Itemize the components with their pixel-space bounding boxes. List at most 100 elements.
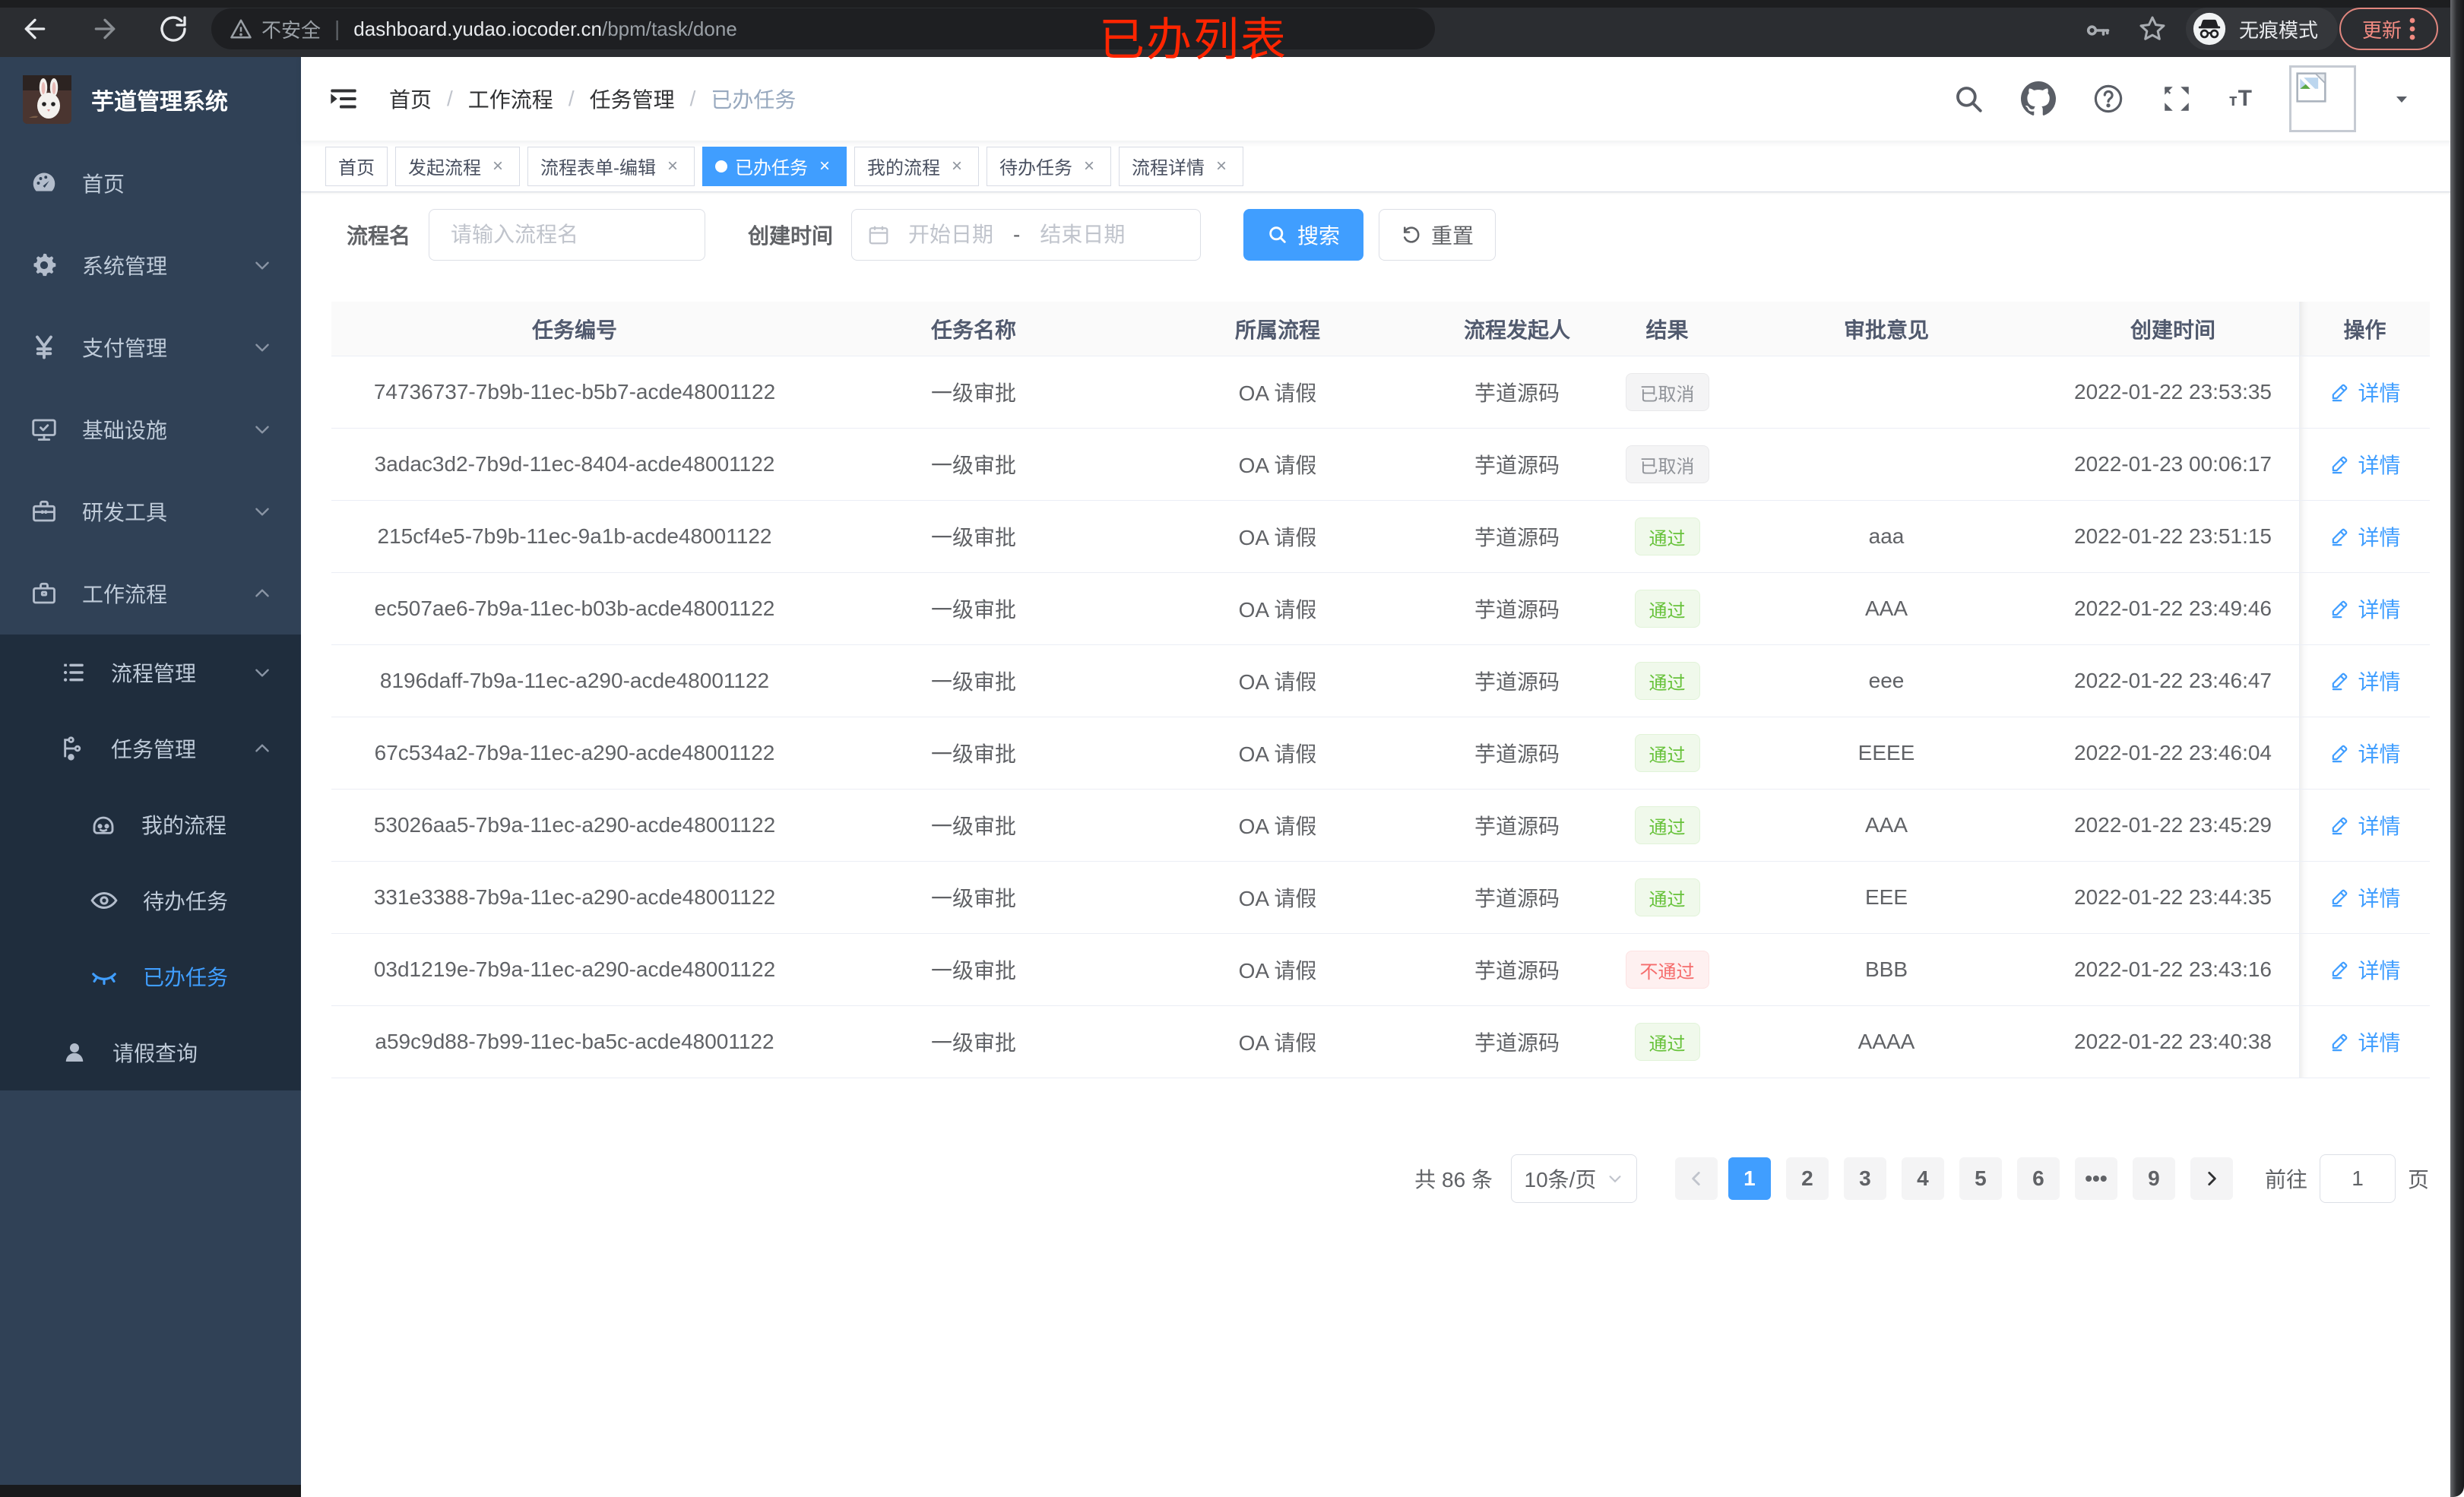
- cell-process-name: OA 请假: [1129, 1006, 1426, 1078]
- avatar[interactable]: [2289, 65, 2356, 132]
- forward-arrow-icon: [94, 18, 116, 40]
- detail-link[interactable]: 详情: [2329, 666, 2401, 696]
- sidebar-item-payment[interactable]: 支付管理: [0, 306, 301, 388]
- tab-流程表单-编辑[interactable]: 流程表单-编辑 ×: [527, 146, 695, 186]
- sidebar-collapse-button[interactable]: [328, 84, 359, 114]
- sidebar-logo[interactable]: 芋道管理系统: [0, 57, 301, 142]
- page-size-value: 10条/页: [1524, 1168, 1597, 1192]
- cell-comment: AAA: [1726, 790, 2047, 862]
- sidebar-item-task-mgmt[interactable]: 任务管理: [0, 711, 301, 786]
- search-button[interactable]: 搜索: [1243, 209, 1364, 261]
- tab-close-icon[interactable]: ×: [664, 156, 682, 177]
- tab-close-icon[interactable]: ×: [1080, 156, 1098, 177]
- prev-page-button[interactable]: [1674, 1157, 1718, 1200]
- tab-待办任务[interactable]: 待办任务 ×: [987, 146, 1111, 186]
- help-icon[interactable]: [2092, 83, 2124, 115]
- detail-link[interactable]: 详情: [2329, 810, 2401, 840]
- detail-link-label: 详情: [2358, 670, 2401, 694]
- table-header: 任务编号 任务名称 所属流程 流程发起人 结果 审批意见 创建时间 操作: [331, 302, 2430, 356]
- detail-link-label: 详情: [2358, 598, 2401, 622]
- cell-starter: 芋道源码: [1426, 1006, 1608, 1078]
- avatar-caret-icon[interactable]: [2393, 90, 2411, 108]
- page-unit-label: 页: [2407, 1168, 2429, 1192]
- cell-task-name: 一级审批: [818, 717, 1129, 790]
- detail-link-label: 详情: [2358, 742, 2401, 766]
- detail-link[interactable]: 详情: [2329, 449, 2401, 479]
- pager-ellipsis[interactable]: •••: [2074, 1157, 2117, 1200]
- column-header: 任务名称: [818, 302, 1129, 356]
- tab-close-icon[interactable]: ×: [948, 156, 966, 177]
- tab-首页[interactable]: 首页: [325, 146, 388, 186]
- sidebar-item-workflow[interactable]: 工作流程: [0, 552, 301, 635]
- edit-pen-icon: [2329, 815, 2350, 836]
- page-button-6[interactable]: 6: [2016, 1157, 2060, 1200]
- sidebar-item-process-mgmt[interactable]: 流程管理: [0, 635, 301, 711]
- tab-我的流程[interactable]: 我的流程 ×: [854, 146, 979, 186]
- tab-流程详情[interactable]: 流程详情 ×: [1119, 146, 1243, 186]
- detail-link[interactable]: 详情: [2329, 954, 2401, 985]
- sidebar-item-label: 研发工具: [82, 501, 168, 524]
- cell-result: 通过: [1608, 645, 1726, 717]
- detail-link[interactable]: 详情: [2329, 738, 2401, 768]
- chevron-down-icon: [252, 419, 272, 439]
- breadcrumb-item[interactable]: 工作流程: [468, 84, 553, 114]
- tab-close-icon[interactable]: ×: [1212, 156, 1230, 177]
- fullscreen-icon[interactable]: [2161, 83, 2193, 115]
- detail-link-label: 详情: [2358, 1031, 2401, 1055]
- sidebar-item-label: 已办任务: [143, 966, 229, 989]
- tab-已办任务[interactable]: 已办任务 ×: [702, 146, 847, 186]
- page-button-3[interactable]: 3: [1843, 1157, 1886, 1200]
- detail-link[interactable]: 详情: [2329, 882, 2401, 913]
- search-form: 流程名 创建时间 - 搜索 重置: [331, 207, 2464, 262]
- detail-link[interactable]: 详情: [2329, 1027, 2401, 1057]
- start-date-input[interactable]: [890, 223, 1012, 247]
- chevron-down-icon: [252, 255, 272, 275]
- table-row: 03d1219e-7b9a-11ec-a290-acde48001122 一级审批…: [331, 934, 2430, 1006]
- password-key-icon[interactable]: [2084, 17, 2111, 44]
- cell-starter: 芋道源码: [1426, 645, 1608, 717]
- browser-forward-button[interactable]: [88, 12, 122, 46]
- next-page-button[interactable]: [2190, 1157, 2233, 1200]
- page-button-2[interactable]: 2: [1785, 1157, 1829, 1200]
- search-icon[interactable]: [1953, 83, 1984, 115]
- page-button-9[interactable]: 9: [2132, 1157, 2175, 1200]
- edit-pen-icon: [2329, 526, 2350, 547]
- detail-link[interactable]: 详情: [2329, 521, 2401, 552]
- sidebar-item-done-tasks[interactable]: 已办任务: [0, 938, 301, 1014]
- page-button-4[interactable]: 4: [1901, 1157, 1944, 1200]
- tab-close-icon[interactable]: ×: [816, 156, 834, 177]
- github-icon[interactable]: [2020, 81, 2056, 116]
- breadcrumb-item[interactable]: 任务管理: [590, 84, 675, 114]
- sidebar-item-devtools[interactable]: 研发工具: [0, 470, 301, 552]
- date-range-picker[interactable]: -: [851, 209, 1202, 261]
- bookmark-star-icon[interactable]: [2137, 14, 2168, 44]
- detail-link[interactable]: 详情: [2329, 377, 2401, 407]
- tab-发起流程[interactable]: 发起流程 ×: [395, 146, 520, 186]
- process-name-input[interactable]: [429, 209, 706, 261]
- sidebar-item-my-process[interactable]: 我的流程: [0, 786, 301, 862]
- column-header: 创建时间: [2047, 302, 2299, 356]
- chevron-up-icon: [252, 584, 272, 603]
- sidebar-item-todo-tasks[interactable]: 待办任务: [0, 862, 301, 938]
- page-size-select[interactable]: 10条/页: [1510, 1154, 1637, 1203]
- cell-actions: 详情: [2299, 790, 2430, 862]
- browser-update-button[interactable]: 更新: [2339, 8, 2438, 50]
- table-row: 53026aa5-7b9a-11ec-a290-acde48001122 一级审批…: [331, 790, 2430, 862]
- detail-link[interactable]: 详情: [2329, 593, 2401, 624]
- breadcrumb-item[interactable]: 首页: [389, 84, 432, 114]
- sidebar-item-infrastructure[interactable]: 基础设施: [0, 388, 301, 470]
- tab-close-icon[interactable]: ×: [489, 156, 507, 177]
- end-date-input[interactable]: [1021, 223, 1144, 247]
- sidebar-item-system[interactable]: 系统管理: [0, 224, 301, 306]
- date-separator: -: [1013, 223, 1021, 246]
- sidebar-item-home[interactable]: 首页: [0, 142, 301, 224]
- sidebar-item-leave-query[interactable]: 请假查询: [0, 1014, 301, 1090]
- goto-page-input[interactable]: [2319, 1154, 2396, 1203]
- browser-reload-button[interactable]: [157, 12, 190, 46]
- page-button-5[interactable]: 5: [1959, 1157, 2002, 1200]
- select-caret-icon: [1609, 1176, 1621, 1183]
- page-button-1[interactable]: 1: [1728, 1157, 1771, 1200]
- reset-button[interactable]: 重置: [1379, 209, 1496, 261]
- browser-back-button[interactable]: [18, 12, 52, 46]
- font-size-icon[interactable]: тT: [2229, 86, 2253, 112]
